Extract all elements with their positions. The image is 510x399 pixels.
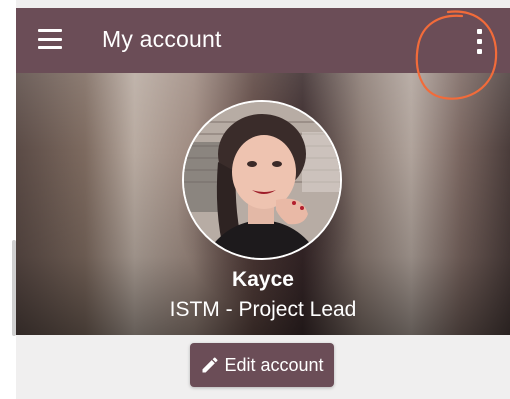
more-vert-icon[interactable] — [470, 27, 490, 57]
app-frame: My account Kayce ISTM - Project Lead Edi… — [16, 0, 510, 399]
pencil-icon — [200, 355, 220, 375]
edit-account-button[interactable]: Edit account — [190, 343, 334, 387]
profile-name: Kayce — [232, 268, 294, 291]
profile-photo — [184, 102, 340, 258]
hamburger-menu-icon[interactable] — [38, 29, 62, 49]
page-title: My account — [102, 26, 222, 52]
profile-role: ISTM - Project Lead — [169, 298, 357, 321]
edit-account-label: Edit account — [224, 354, 324, 375]
app-bar: My account — [16, 8, 510, 73]
profile-avatar — [182, 100, 342, 260]
